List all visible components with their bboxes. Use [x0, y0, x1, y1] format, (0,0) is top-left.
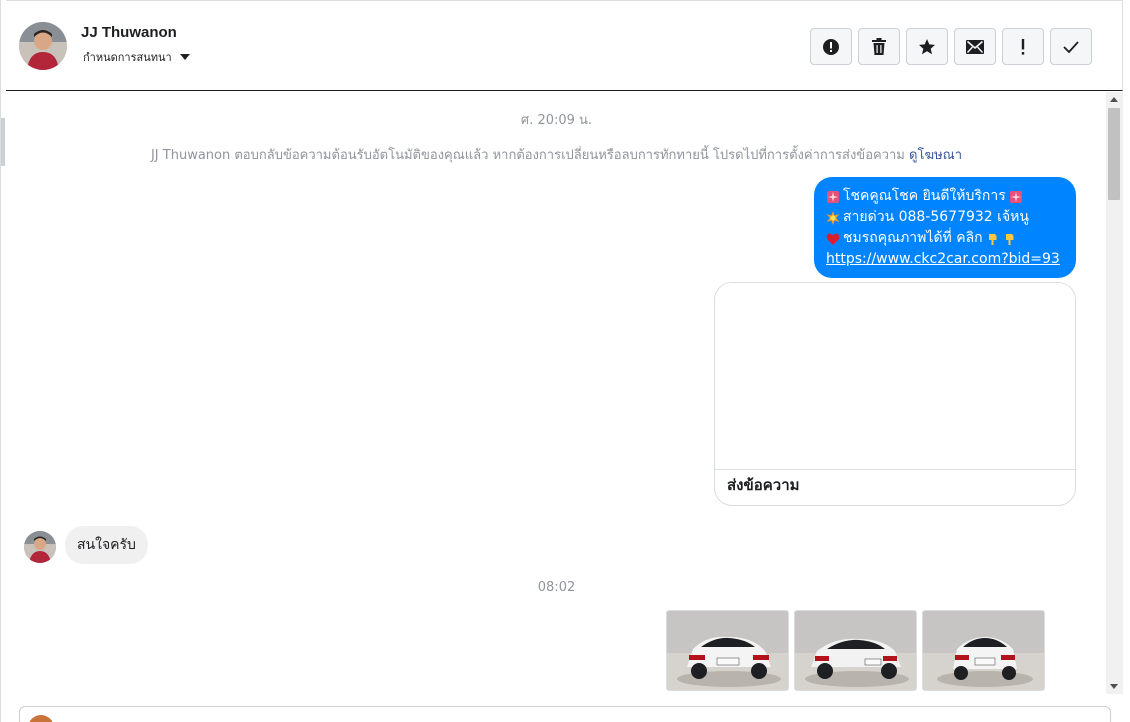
conversation-schedule-dropdown[interactable]: กำหนดการสนทนา [83, 48, 190, 66]
view-ad-link[interactable]: ดูโฆษณา [909, 148, 962, 163]
send-message-button[interactable]: ส่งข้อความ [727, 473, 800, 497]
message-card: ส่งข้อความ [714, 282, 1076, 506]
delete-button[interactable] [858, 28, 900, 65]
contact-name: JJ Thuwanon [81, 24, 177, 41]
timestamp: 08:02 [537, 580, 576, 595]
exclamation-icon [1021, 38, 1025, 55]
message-list-scrollbar[interactable] [1106, 92, 1123, 694]
avatar[interactable] [24, 531, 56, 563]
conversation-header: JJ Thuwanon กำหนดการสนทนา [6, 0, 1123, 91]
pointing-down-hand-icon [988, 233, 997, 245]
star-icon [919, 38, 935, 54]
timestamp: ศ. 20:09 น. [520, 113, 593, 128]
heart-icon [826, 233, 840, 245]
incoming-message-bubble: สนใจครับ [65, 526, 148, 564]
car-photo-thumbnail[interactable] [666, 610, 789, 691]
auto-reply-notice-text: JJ Thuwanon ตอบกลับข้อความต้อนรับอัตโนมั… [150, 148, 905, 163]
outgoing-message-bubble: โชคคูณโชค ยินดีให้บริการ สายด่วน 088-567… [814, 177, 1076, 278]
mark-important-button[interactable] [1002, 28, 1044, 65]
left-edge-strip [1, 118, 5, 166]
message-composer[interactable] [19, 706, 1111, 722]
website-link[interactable]: https://www.ckc2car.com?bid=93 [826, 249, 1060, 270]
car-photo-thumbnail[interactable] [922, 610, 1045, 691]
pointing-down-hand-icon [1005, 233, 1014, 245]
outgoing-line-2: สายด่วน 088-5677932 เจ้หนู [843, 209, 1029, 225]
scroll-up-arrow-icon[interactable] [1110, 97, 1118, 102]
incoming-message-text: สนใจครับ [77, 537, 136, 553]
car-photo-thumbnail[interactable] [794, 610, 917, 691]
scroll-down-arrow-icon[interactable] [1110, 684, 1118, 689]
caret-down-icon [179, 54, 190, 60]
mark-unread-button[interactable] [954, 28, 996, 65]
avatar [28, 715, 54, 722]
mark-done-button[interactable] [1050, 28, 1092, 65]
report-button[interactable] [810, 28, 852, 65]
card-media-placeholder [715, 283, 1075, 470]
alert-circle-icon [823, 38, 839, 55]
trash-icon [872, 38, 886, 55]
sparkle-icon [827, 190, 839, 203]
star-button[interactable] [906, 28, 948, 65]
avatar[interactable] [19, 22, 67, 70]
sparkle-icon [1009, 190, 1022, 203]
conversation-toolbar [810, 28, 1092, 65]
checkmark-icon [1063, 40, 1079, 53]
photo-attachments [666, 610, 1045, 691]
envelope-icon [966, 39, 984, 54]
burst-icon [826, 210, 840, 225]
messenger-conversation-window: JJ Thuwanon กำหนดการสนทนา ศ. 20:09 น. JJ… [0, 0, 1130, 722]
scrollbar-thumb[interactable] [1108, 108, 1120, 200]
outgoing-line-3: ชมรถคุณภาพได้ที่ คลิก [843, 230, 983, 246]
auto-reply-notice: JJ Thuwanon ตอบกลับข้อความต้อนรับอัตโนมั… [7, 144, 1106, 165]
message-list[interactable]: ศ. 20:09 น. JJ Thuwanon ตอบกลับข้อความต้… [7, 92, 1106, 694]
outgoing-line-1: โชคคูณโชค ยินดีให้บริการ [843, 188, 1006, 204]
conversation-schedule-label: กำหนดการสนทนา [83, 51, 172, 64]
